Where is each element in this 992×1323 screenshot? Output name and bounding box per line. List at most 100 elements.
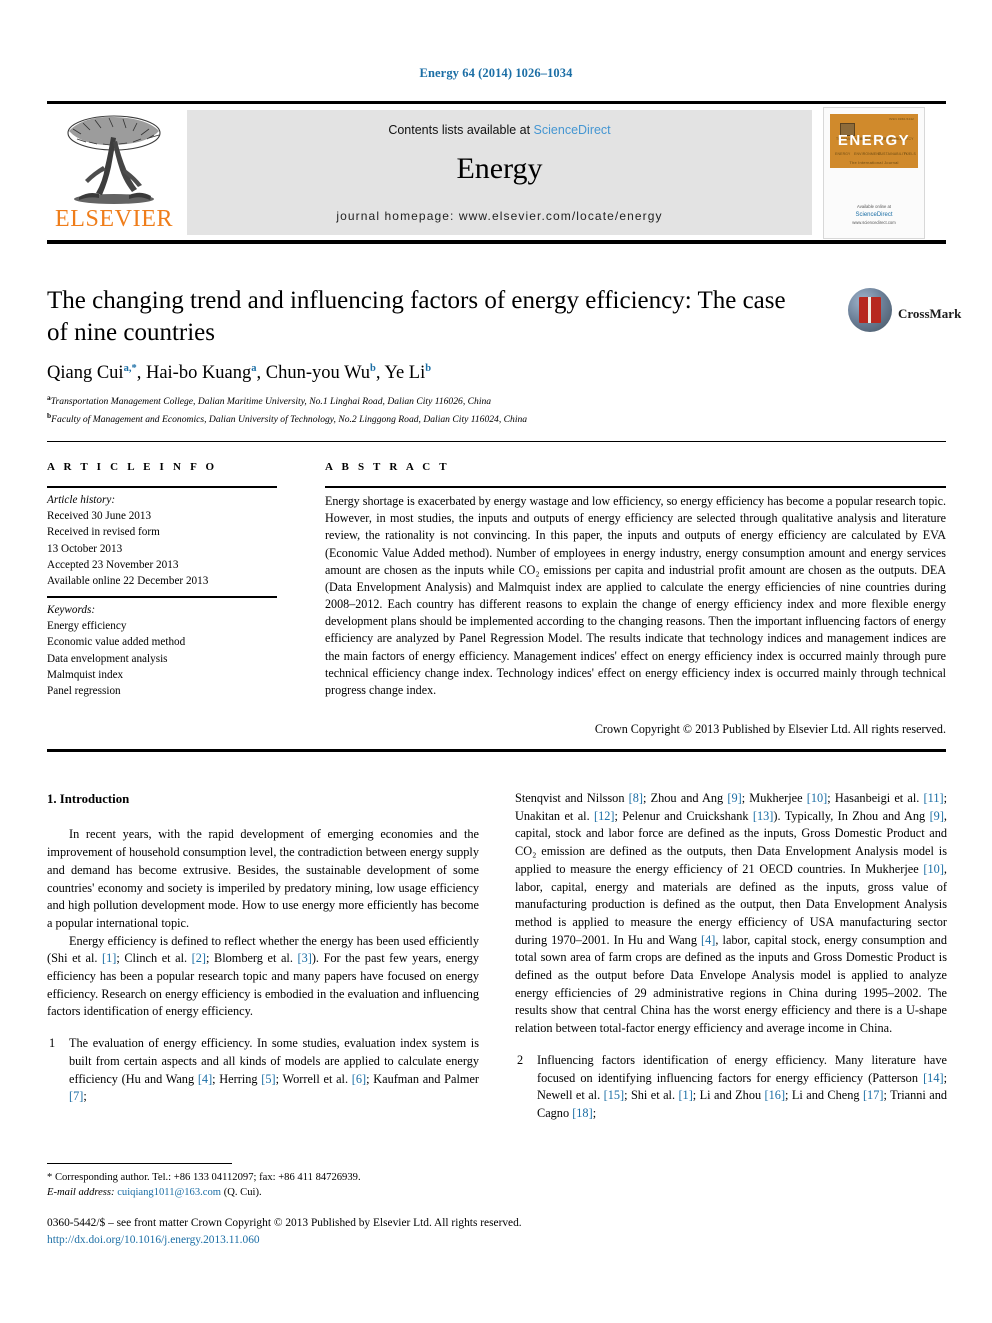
paper-page: Energy 64 (2014) 1026–1034 ELSEVIER Cont…	[0, 0, 992, 1323]
history-line-3: 13 October 2013	[47, 542, 123, 555]
citation-ref-4b[interactable]: [4]	[701, 933, 715, 947]
numbered-list-right: 2 Influencing factors identification of e…	[515, 1052, 947, 1123]
abstract-rule	[325, 486, 946, 488]
masthead-bottom-rule	[47, 240, 946, 244]
list-item-2-text-e: ; Li and Cheng	[785, 1088, 863, 1103]
citation-ref-3[interactable]: [3]	[297, 951, 311, 965]
affiliation-list: aTransportation Management College, Dali…	[47, 392, 927, 427]
right-text-f: ; Pelenur and Cruickshank	[614, 808, 753, 823]
abstract-copyright: Crown Copyright © 2013 Published by Else…	[594, 722, 946, 736]
masthead-top-rule	[47, 101, 946, 104]
contents-available-line: Contents lists available at ScienceDirec…	[187, 123, 812, 137]
list-item: 1 The evaluation of energy efficiency. In…	[47, 1035, 479, 1106]
citation-ref-9[interactable]: [9]	[727, 791, 741, 805]
citation-ref-18[interactable]: [18]	[572, 1106, 593, 1120]
journal-banner: Contents lists available at ScienceDirec…	[187, 110, 812, 235]
citation-ref-10b[interactable]: [10]	[923, 862, 944, 876]
sciencedirect-link[interactable]: ScienceDirect	[534, 123, 611, 137]
footnote-separator-rule	[47, 1163, 232, 1164]
paragraph-intro-1: In recent years, with the rapid developm…	[47, 827, 479, 930]
paragraph-right-continuation: Stenqvist and Nilsson [8]; Zhou and Ang …	[515, 790, 947, 1038]
cover-issn: ISSN 0360-5442	[889, 117, 914, 121]
crossmark-book-icon	[859, 297, 881, 323]
list-item-1-text-b: ; Herring	[212, 1071, 262, 1086]
citation-ref-17[interactable]: [17]	[863, 1088, 884, 1102]
cover-orange-band: THERMAL SCIENCE ENERGY SYSTEMS RENEWABLE…	[830, 114, 918, 168]
citation-ref-13[interactable]: [13]	[753, 809, 774, 823]
citation-ref-14[interactable]: [14]	[923, 1071, 944, 1085]
footer-copyright: 0360-5442/$ – see front matter Crown Cop…	[47, 1217, 522, 1229]
abstract-heading: A B S T R A C T	[325, 461, 450, 473]
keyword-2: Economic value added method	[47, 636, 186, 649]
author-list: Qiang Cuia,*, Hai-bo Kuanga, Chun-you Wu…	[47, 363, 432, 384]
affiliation-a-text: Transportation Management College, Dalia…	[50, 396, 492, 408]
list-item-2-text-g: ;	[592, 1105, 597, 1120]
journal-homepage[interactable]: journal homepage: www.elsevier.com/locat…	[187, 209, 812, 223]
journal-title: Energy	[456, 152, 543, 185]
list-item-1-text-c: ; Worrell et al.	[275, 1071, 352, 1086]
citation-ref-1b[interactable]: [1]	[678, 1088, 692, 1102]
article-info-rule-1	[47, 486, 277, 488]
crossmark-badge[interactable]: CrossMark	[848, 288, 961, 336]
list-item-2-text-c: ; Shi et al.	[624, 1088, 679, 1103]
right-text-c: ; Mukherjee	[741, 791, 807, 805]
footnote-block: * Corresponding author. Tel.: +86 133 04…	[47, 1170, 487, 1201]
keyword-5: Panel regression	[47, 685, 121, 698]
article-history-label: Article history:	[47, 494, 116, 506]
contents-prefix: Contents lists available at	[388, 123, 534, 137]
elsevier-wordmark: ELSEVIER	[54, 206, 174, 232]
history-line-4: Accepted 23 November 2013	[47, 558, 179, 571]
para2-part2: ; Clinch et al.	[116, 951, 192, 966]
article-info-rule-2	[47, 596, 277, 598]
citation-ref-2[interactable]: [2]	[192, 951, 206, 965]
cover-footer-label-4: FUELS	[904, 152, 916, 156]
cover-sciencedirect-logo: ScienceDirect	[855, 211, 893, 218]
cover-footer-label-1: ENERGY	[835, 152, 851, 156]
citation-ref-9b[interactable]: [9]	[930, 809, 944, 823]
list-item-1-number: 1	[49, 1036, 56, 1051]
footer-doi-link[interactable]: http://dx.doi.org/10.1016/j.energy.2013.…	[47, 1232, 937, 1249]
email-label: E-mail address:	[47, 1187, 115, 1199]
right-text-j: , labor, capital stock, energy consumpti…	[515, 932, 947, 1036]
citation-ref-11[interactable]: [11]	[924, 791, 944, 805]
article-history: Article history: Received 30 June 2013 R…	[47, 492, 287, 589]
abstract-bottom-rule	[47, 749, 946, 752]
email-link[interactable]: cuiqiang1011@163.com	[117, 1187, 221, 1198]
corresponding-author-note: * Corresponding author. Tel.: +86 133 04…	[47, 1172, 361, 1183]
citation-ref-16[interactable]: [16]	[765, 1088, 786, 1102]
journal-cover-thumbnail: THERMAL SCIENCE ENERGY SYSTEMS RENEWABLE…	[823, 107, 925, 239]
affiliation-b: bFaculty of Management and Economics, Da…	[47, 410, 528, 425]
citation-ref-12[interactable]: [12]	[594, 809, 615, 823]
citation-ref-4[interactable]: [4]	[198, 1072, 212, 1086]
running-head: Energy 64 (2014) 1026–1034	[419, 66, 573, 80]
crossmark-label: CrossMark	[898, 306, 962, 321]
keywords-block: Keywords: Energy efficiency Economic val…	[47, 602, 287, 699]
keyword-1: Energy efficiency	[47, 620, 127, 633]
section-heading-introduction: 1. Introduction	[47, 792, 130, 806]
body-column-left: 1. Introduction In recent years, with th…	[47, 790, 479, 1109]
list-item: 2 Influencing factors identification of e…	[515, 1052, 947, 1123]
right-text-a: Stenqvist and Nilsson	[515, 791, 629, 805]
body-column-right: Stenqvist and Nilsson [8]; Zhou and Ang …	[515, 790, 947, 1126]
list-item-1-text-e: ;	[83, 1089, 87, 1104]
citation-ref-8[interactable]: [8]	[629, 791, 643, 805]
citation-ref-15[interactable]: [15]	[604, 1088, 625, 1102]
para2-part3: ; Blomberg et al.	[206, 951, 298, 966]
cover-footer-block: Available online at ScienceDirect www.sc…	[824, 204, 924, 226]
citation-ref-10[interactable]: [10]	[807, 791, 828, 805]
citation-ref-1[interactable]: [1]	[102, 951, 116, 965]
history-line-1: Received 30 June 2013	[47, 510, 152, 523]
page-title: The changing trend and influencing facto…	[47, 287, 786, 346]
right-text-d: ; Hasanbeigi et al.	[827, 791, 924, 805]
history-line-5: Available online 22 December 2013	[47, 575, 209, 588]
numbered-list-left: 1 The evaluation of energy efficiency. In…	[47, 1035, 479, 1106]
citation-ref-7[interactable]: [7]	[69, 1089, 83, 1103]
cover-subtitle: The International Journal	[849, 160, 899, 165]
citation-ref-6[interactable]: [6]	[352, 1072, 366, 1086]
list-item-2-text-d: ; Li and Zhou	[692, 1088, 765, 1103]
list-item-2-text-a: Influencing factors identification of en…	[537, 1052, 947, 1085]
article-info-heading: A R T I C L E I N F O	[47, 461, 218, 473]
right-text-b: ; Zhou and Ang	[643, 791, 728, 805]
citation-ref-5[interactable]: [5]	[261, 1072, 275, 1086]
email-suffix: (Q. Cui).	[223, 1187, 262, 1199]
